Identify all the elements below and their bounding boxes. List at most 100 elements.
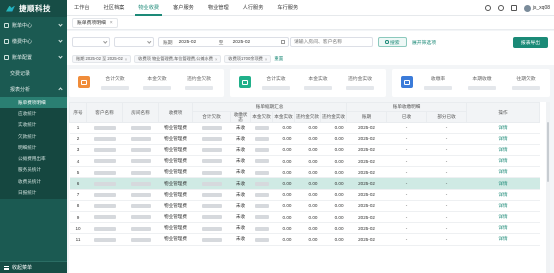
sidebar-subitem-receivable-stats[interactable]: 应收统计 xyxy=(0,108,67,119)
table-row[interactable]: 10 物业管理费 未收 0.00 0.00 0.00 2025-02- - 详情 xyxy=(69,222,540,235)
sidebar-subitem-shared-cost[interactable]: 公摊费用出率 xyxy=(0,153,67,164)
calendar-icon xyxy=(281,40,285,44)
sidebar-subitem-received-stats[interactable]: 实收统计 xyxy=(0,120,67,131)
nav-tab-property-mgmt[interactable]: 物业管理 xyxy=(201,0,236,16)
cell-paid: - xyxy=(386,200,427,213)
cell-total-due xyxy=(192,233,231,246)
cell-room xyxy=(122,177,159,190)
cell-penalty-due: 0.00 xyxy=(294,177,321,190)
bell-icon[interactable] xyxy=(497,5,504,11)
cell-customer xyxy=(86,155,123,168)
table-row[interactable]: 5 物业管理费 未收 0.00 0.00 0.00 2025-02- - 详情 xyxy=(69,166,540,179)
filter-select-1[interactable] xyxy=(72,37,110,47)
detail-link[interactable]: 详情 xyxy=(498,225,507,230)
collapse-menu-button[interactable]: 收起菜单 xyxy=(0,261,67,273)
table-row[interactable]: 11 物业管理费 未收 0.00 0.00 0.00 2025-02- - 详情 xyxy=(69,233,540,246)
table-scrollbar[interactable] xyxy=(546,102,550,273)
filter-chip[interactable]: 账期 2025-02 至 2025-02 × xyxy=(72,55,132,63)
table-row[interactable]: 1 物业管理费 未收 0.00 0.00 0.00 2025-02- - 详情 xyxy=(69,122,540,134)
detail-link[interactable]: 详情 xyxy=(498,136,507,141)
filter-select-2[interactable] xyxy=(114,37,154,47)
cell-penalty-paid: 0.00 xyxy=(320,133,347,145)
table-row[interactable]: 2 物业管理费 未收 0.00 0.00 0.00 2025-02- - 详情 xyxy=(69,133,540,145)
user-name: js_xq08 xyxy=(532,5,550,11)
period-range-picker[interactable]: 账期 2025-02 至 2025-02 xyxy=(158,37,289,47)
period-to[interactable]: 2025-02 xyxy=(233,40,251,45)
sidebar-item-label: 交费记录 xyxy=(10,70,31,77)
cell-total-due xyxy=(192,166,231,179)
user-menu[interactable]: js_xq08 xyxy=(523,4,550,12)
close-icon[interactable]: × xyxy=(265,57,267,62)
detail-link[interactable]: 详情 xyxy=(498,203,507,208)
cell-room xyxy=(122,133,159,145)
received-icon xyxy=(239,76,251,88)
sidebar-item-payment-center[interactable]: 缴费中心 xyxy=(0,33,67,49)
filter-chip[interactable]: 收费项 物业管理费,车位管理费,公摊水费 × xyxy=(134,55,222,63)
sidebar-item-bill-center[interactable]: 账单中心 xyxy=(0,17,67,33)
detail-link[interactable]: 详情 xyxy=(498,214,507,219)
nav-tab-pedestrian[interactable]: 人行服务 xyxy=(236,0,271,16)
nav-tab-vehicle[interactable]: 车行服务 xyxy=(270,0,305,16)
filter-chip[interactable]: 收费项1700余项费 × xyxy=(224,55,272,63)
search-button[interactable]: 搜索 xyxy=(378,37,407,47)
cell-penalty-paid: 0.00 xyxy=(320,122,347,134)
table-row[interactable]: 4 物业管理费 未收 0.00 0.00 0.00 2025-02- - 详情 xyxy=(69,155,540,168)
export-report-button[interactable]: 报表导出 xyxy=(513,37,548,48)
table-row[interactable]: 8 物业管理费 未收 0.00 0.00 0.00 2025-02- - 详情 xyxy=(69,200,540,213)
cell-room xyxy=(122,155,159,168)
cell-principal-paid: 0.00 xyxy=(272,122,295,134)
grid-icon[interactable] xyxy=(510,5,517,11)
sidebar-item-label: 账单配置 xyxy=(12,54,33,61)
brand-logo[interactable]: 捷顺科技 xyxy=(0,0,67,17)
cell-customer xyxy=(86,133,123,145)
detail-link[interactable]: 详情 xyxy=(498,181,507,186)
sidebar-item-report-analysis[interactable]: 报表分析 xyxy=(0,81,67,97)
cell-period: 2025-02 xyxy=(346,233,387,246)
detail-link[interactable]: 详情 xyxy=(498,192,507,197)
sidebar-subitem-daily-stats[interactable]: 日报统计 xyxy=(0,187,67,198)
nav-tab-community[interactable]: 社区档案 xyxy=(97,0,132,16)
stat-principal-paid: 本金实收 xyxy=(304,75,332,90)
cell-total-due xyxy=(192,200,231,213)
table-row[interactable]: 6 物业管理费 未收 0.00 0.00 0.00 2025-02- - 详情 xyxy=(69,177,540,190)
sidebar-subitem-arrears-stats[interactable]: 欠款统计 xyxy=(0,131,67,142)
sidebar-item-payment-records[interactable]: 交费记录 xyxy=(0,65,67,81)
close-icon[interactable]: × xyxy=(215,57,217,62)
cell-item: 物业管理费 xyxy=(158,177,193,190)
nav-tab-property-fee[interactable]: 物业收费 xyxy=(131,0,166,16)
sidebar-item-bill-config[interactable]: 账单配置 xyxy=(0,49,67,65)
cell-status: 未收 xyxy=(230,200,251,213)
detail-link[interactable]: 详情 xyxy=(498,236,507,241)
table-row[interactable]: 9 物业管理费 未收 0.00 0.00 0.00 2025-02- - 详情 xyxy=(69,211,540,224)
nav-tab-workbench[interactable]: 工作台 xyxy=(67,0,97,16)
table-row[interactable]: 7 物业管理费 未收 0.00 0.00 0.00 2025-02- - 详情 xyxy=(69,189,540,201)
detail-link[interactable]: 详情 xyxy=(498,147,507,152)
sidebar-subitem-bill-detail[interactable]: 账单费项明细 xyxy=(0,97,67,109)
sidebar-subitem-staff-stats[interactable]: 服务员统计 xyxy=(0,165,67,176)
cell-action: 详情 xyxy=(466,144,540,157)
nav-tab-customer-service[interactable]: 客户服务 xyxy=(166,0,201,16)
detail-link[interactable]: 详情 xyxy=(498,169,507,174)
bill-detail-table: 序号 客户名称 房间名称 收费项 账单缩期汇总 账单收缴明细 操作 合计欠款 收… xyxy=(69,102,541,246)
detail-link[interactable]: 详情 xyxy=(498,158,507,163)
cell-penalty-due: 0.00 xyxy=(294,133,321,145)
sidebar-subitem-cashier-stats[interactable]: 收费员统计 xyxy=(0,176,67,187)
search-input[interactable] xyxy=(290,37,373,47)
fullscreen-icon[interactable] xyxy=(484,5,491,11)
sidebar: 捷顺科技 账单中心 缴费中心 账单配置 交费记录 报表分析 账单费项明细 应收统… xyxy=(0,0,67,273)
cell-partial: - xyxy=(426,200,467,213)
cell-room xyxy=(122,144,159,157)
config-icon xyxy=(4,54,9,60)
detail-link[interactable]: 详情 xyxy=(498,125,507,130)
cell-principal-paid: 0.00 xyxy=(272,155,295,168)
cell-item: 物业管理费 xyxy=(158,122,193,134)
close-icon[interactable]: × xyxy=(125,57,127,62)
cell-period: 2025-02 xyxy=(346,155,387,168)
period-from[interactable]: 2025-02 xyxy=(179,40,219,45)
reset-filters-link[interactable]: 重置 xyxy=(274,56,283,62)
close-icon[interactable]: × xyxy=(110,20,113,26)
table-row[interactable]: 3 物业管理费 未收 0.00 0.00 0.00 2025-02- - 详情 xyxy=(69,144,540,157)
page-tab-bill-detail[interactable]: 账单费项明细 × xyxy=(72,17,118,28)
expand-filters-link[interactable]: 展开筛选项 xyxy=(412,39,436,46)
sidebar-subitem-detail-stats[interactable]: 明细统计 xyxy=(0,142,67,153)
